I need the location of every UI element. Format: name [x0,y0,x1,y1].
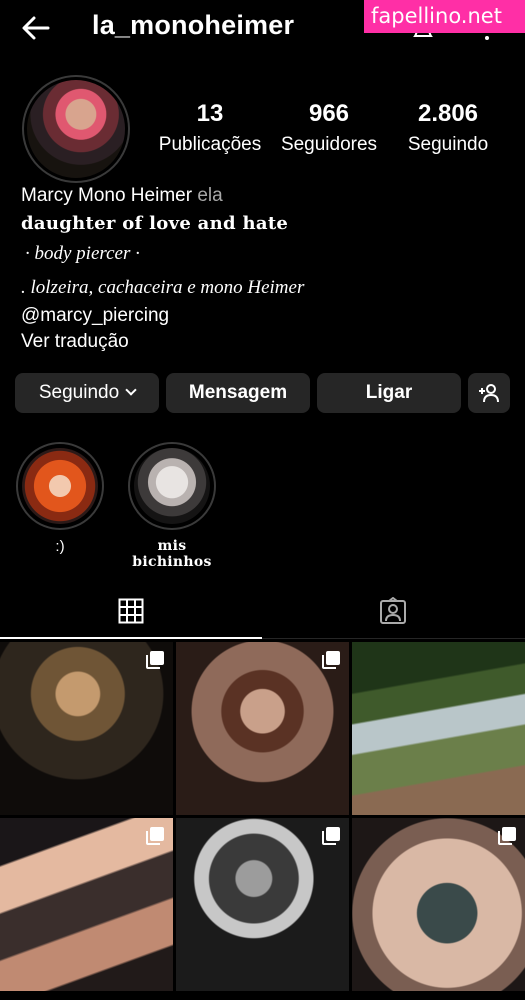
active-tab-indicator [0,637,262,639]
post-tile[interactable] [352,642,525,815]
tab-tagged[interactable] [262,590,524,640]
grid-icon [118,598,144,624]
watermark-badge: fapellino.net [364,0,525,33]
multiple-photos-icon [322,651,340,669]
stat-followers-count: 966 [308,100,350,127]
profile-pronoun: ela [197,185,223,206]
avatar-image [27,80,125,178]
multiple-photos-icon [146,651,164,669]
bio-line-3: . lolzeira, cachaceira e mono Heimer [21,277,305,298]
add-person-icon [479,384,499,403]
stat-followers[interactable]: 966 Seguidores [278,100,380,156]
post-tile[interactable] [0,642,173,815]
stat-posts-label: Publicações [158,134,262,155]
highlight-cover [22,448,98,524]
tagged-person-icon [380,597,406,624]
multiple-photos-icon [322,827,340,845]
post-tile[interactable] [352,818,525,991]
multiple-photos-icon [498,827,516,845]
profile-username: la_monoheimer [92,10,295,40]
bio-mention-link[interactable]: @marcy_piercing [21,305,511,327]
bio-line-1: daughter of love and hate [21,213,289,234]
highlight-ring [16,442,104,530]
stat-followers-label: Seguidores [280,134,378,155]
stat-following[interactable]: 2.806 Seguindo [400,100,496,156]
profile-name: Marcy Mono Heimer [21,185,193,206]
profile-bio: Marcy Mono Heimer ela daughter of love a… [21,185,511,353]
tab-posts-grid[interactable] [0,590,262,640]
chevron-down-icon [125,384,137,396]
highlight-label: :) [55,538,65,555]
highlight-smile[interactable]: :) [16,442,104,555]
highlight-mis-bichinhos[interactable]: mis bichinhos [128,442,216,570]
highlight-ring [128,442,216,530]
post-tile[interactable] [0,818,173,991]
following-button[interactable]: Seguindo [15,373,159,413]
multiple-photos-icon [146,827,164,845]
bio-line-2: · body piercer · [25,243,140,264]
call-button-label: Ligar [365,382,413,403]
top-bar: la_monoheimer fapellino.net [0,0,525,56]
post-tile[interactable] [176,642,349,815]
stat-following-label: Seguindo [407,134,489,155]
post-tile[interactable] [176,818,349,991]
call-button[interactable]: Ligar [317,373,461,413]
posts-grid [0,642,525,1000]
back-arrow-icon[interactable] [18,10,54,46]
highlight-label: mis bichinhos [132,538,212,570]
message-button[interactable]: Mensagem [166,373,310,413]
suggested-users-button[interactable] [468,373,510,413]
stat-posts[interactable]: 13 Publicações [156,100,264,156]
following-button-label: Seguindo [38,382,120,403]
profile-avatar[interactable] [22,75,130,183]
highlight-cover [134,448,210,524]
see-translation-link[interactable]: Ver tradução [21,331,511,353]
message-button-label: Mensagem [188,382,288,403]
stat-following-count: 2.806 [417,100,479,127]
stat-posts-count: 13 [196,100,224,127]
